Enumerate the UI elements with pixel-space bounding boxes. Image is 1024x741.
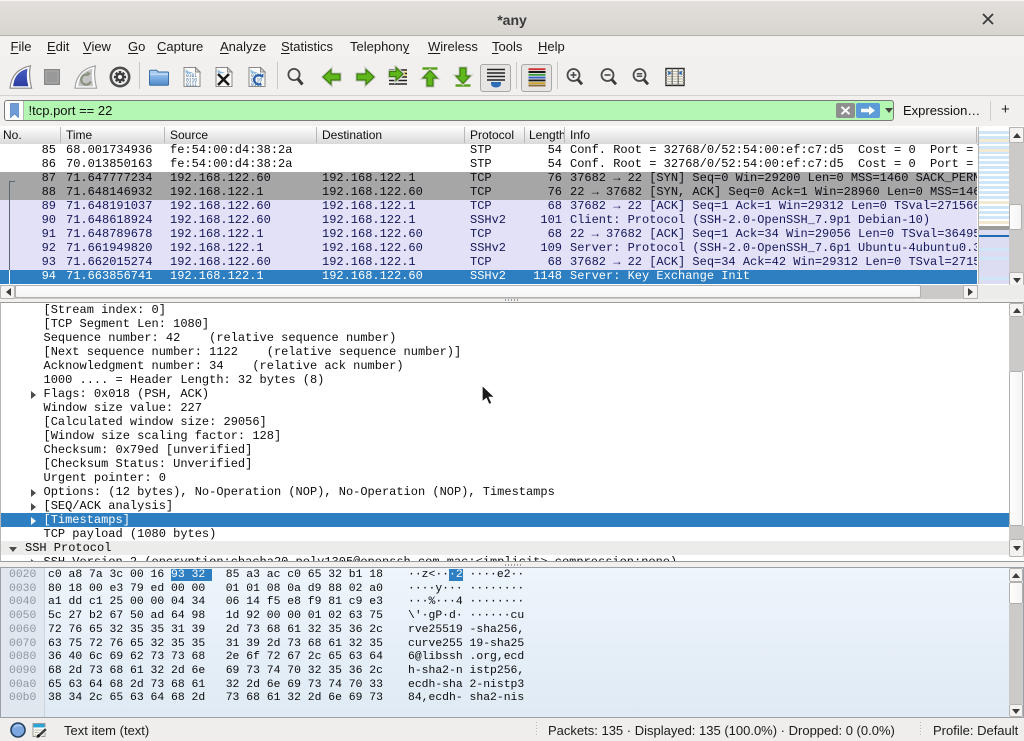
svg-text:0111: 0111 [186, 82, 197, 88]
